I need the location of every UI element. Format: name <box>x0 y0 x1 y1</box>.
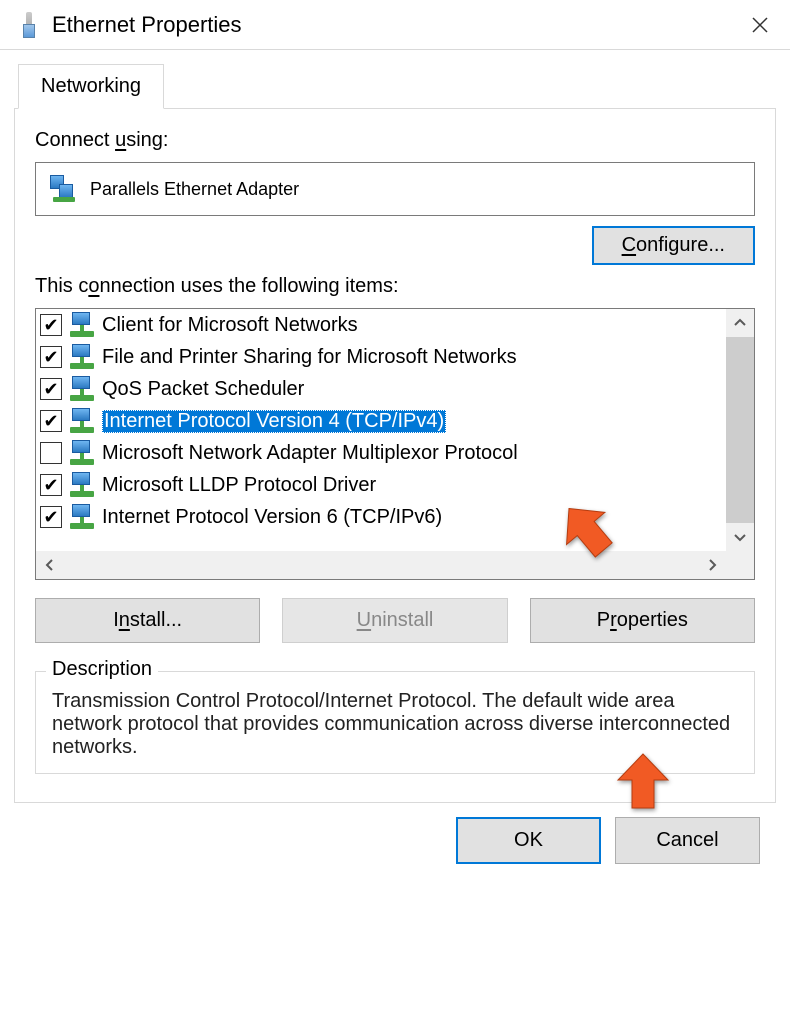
close-icon[interactable] <box>740 5 780 45</box>
ok-button[interactable]: OK <box>456 817 601 864</box>
uninstall-button: Uninstall <box>282 598 507 643</box>
connection-items-list[interactable]: ✔ Client for Microsoft Networks ✔ File and … <box>35 308 755 580</box>
checkbox[interactable]: ✔ <box>40 506 62 528</box>
scroll-thumb[interactable] <box>726 337 754 523</box>
checkbox[interactable]: ✔ <box>40 410 62 432</box>
network-component-icon <box>68 471 96 499</box>
list-item[interactable]: ✔ QoS Packet Scheduler <box>36 373 726 405</box>
dialog-buttons: OK Cancel <box>14 803 776 864</box>
network-component-icon <box>68 503 96 531</box>
tab-networking[interactable]: Networking <box>18 64 164 109</box>
description-group: Description Transmission Control Protoco… <box>35 671 755 774</box>
list-item-label: Internet Protocol Version 4 (TCP/IPv4) <box>102 410 446 433</box>
checkbox[interactable]: ✔ <box>40 378 62 400</box>
list-item-label: Microsoft LLDP Protocol Driver <box>102 474 376 497</box>
scroll-left-icon[interactable] <box>36 551 64 579</box>
network-adapter-icon <box>50 175 78 203</box>
list-item-label: Internet Protocol Version 6 (TCP/IPv6) <box>102 506 442 529</box>
description-legend: Description <box>46 658 158 681</box>
scroll-up-icon[interactable] <box>726 309 754 337</box>
network-component-icon <box>68 407 96 435</box>
list-item[interactable]: ✔ Microsoft LLDP Protocol Driver <box>36 469 726 501</box>
network-component-icon <box>68 375 96 403</box>
connect-using-label: Connect using: <box>35 129 755 152</box>
cancel-button[interactable]: Cancel <box>615 817 760 864</box>
item-buttons: Install... Uninstall Properties <box>35 598 755 643</box>
list-item-label: QoS Packet Scheduler <box>102 378 304 401</box>
properties-button[interactable]: Properties <box>530 598 755 643</box>
network-component-icon <box>68 311 96 339</box>
adapter-field[interactable]: Parallels Ethernet Adapter <box>35 162 755 216</box>
checkbox[interactable]: ✔ <box>40 314 62 336</box>
install-button[interactable]: Install... <box>35 598 260 643</box>
items-label: This connection uses the following items… <box>35 275 755 298</box>
horizontal-scrollbar[interactable] <box>36 551 726 579</box>
list-item[interactable]: Microsoft Network Adapter Multiplexor Pr… <box>36 437 726 469</box>
list-item[interactable]: ✔ Internet Protocol Version 6 (TCP/IPv6) <box>36 501 726 533</box>
scroll-down-icon[interactable] <box>726 523 754 551</box>
window-title: Ethernet Properties <box>52 12 242 38</box>
titlebar: Ethernet Properties <box>0 0 790 50</box>
list-item[interactable]: ✔ Internet Protocol Version 4 (TCP/IPv4) <box>36 405 726 437</box>
scroll-right-icon[interactable] <box>698 551 726 579</box>
tab-strip: Networking <box>14 64 776 108</box>
tab-networking-label: Networking <box>41 75 141 97</box>
list-item-label: Microsoft Network Adapter Multiplexor Pr… <box>102 442 518 465</box>
checkbox[interactable]: ✔ <box>40 346 62 368</box>
tab-panel: Connect using: Parallels Ethernet Adapte… <box>14 108 776 803</box>
network-component-icon <box>68 343 96 371</box>
vertical-scrollbar[interactable] <box>726 309 754 551</box>
checkbox[interactable]: ✔ <box>40 474 62 496</box>
list-item[interactable]: ✔ File and Printer Sharing for Microsoft … <box>36 341 726 373</box>
network-component-icon <box>68 439 96 467</box>
configure-button[interactable]: Configure... <box>592 226 755 265</box>
checkbox[interactable] <box>40 442 62 464</box>
adapter-name: Parallels Ethernet Adapter <box>90 179 299 200</box>
description-text: Transmission Control Protocol/Internet P… <box>52 690 738 759</box>
list-item-label: Client for Microsoft Networks <box>102 314 358 337</box>
ethernet-icon <box>20 12 38 38</box>
list-item-label: File and Printer Sharing for Microsoft N… <box>102 346 517 369</box>
list-item[interactable]: ✔ Client for Microsoft Networks <box>36 309 726 341</box>
